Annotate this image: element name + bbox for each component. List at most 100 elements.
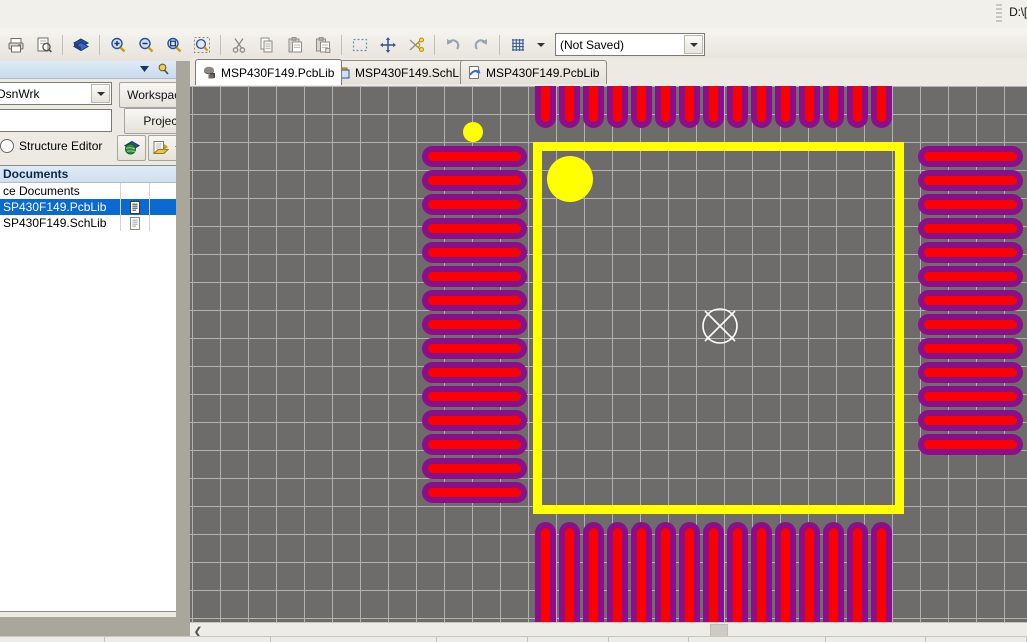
- pad-left-4[interactable]: [422, 218, 527, 239]
- zoom-area-icon[interactable]: [161, 32, 187, 58]
- redo-icon[interactable]: [468, 32, 494, 58]
- structure-editor-row[interactable]: Structure Editor: [0, 139, 102, 153]
- pcb-editor-canvas[interactable]: [190, 86, 1027, 622]
- pad-right-3[interactable]: [918, 194, 1023, 215]
- pad-bottom-10[interactable]: [751, 522, 772, 622]
- pad-left-15[interactable]: [422, 482, 527, 503]
- saved-state-dropdown-arrow-icon[interactable]: [684, 35, 703, 54]
- pad-bottom-15[interactable]: [871, 522, 892, 622]
- pad-bottom-8[interactable]: [703, 522, 724, 622]
- print-preview-icon[interactable]: [31, 32, 57, 58]
- cross-probe-icon[interactable]: [403, 32, 429, 58]
- documents-list: Documents ce Documents SP430F149.PcbLib: [0, 165, 177, 612]
- pad-bottom-1[interactable]: [535, 522, 556, 622]
- pad-bottom-3[interactable]: [583, 522, 604, 622]
- tab-schlib[interactable]: MSP430F149.SchLib: [329, 60, 477, 84]
- pad-top-3[interactable]: [583, 86, 604, 128]
- pad-top-14[interactable]: [847, 86, 868, 128]
- tab-pcblib-active[interactable]: MSP430F149.PcbLib: [195, 59, 343, 85]
- grid-icon[interactable]: [505, 32, 531, 58]
- pad-left-14[interactable]: [422, 458, 527, 479]
- pad-right-1[interactable]: [918, 146, 1023, 167]
- list-item[interactable]: ce Documents: [0, 183, 176, 199]
- pad-top-15[interactable]: [871, 86, 892, 128]
- pad-bottom-7[interactable]: [679, 522, 700, 622]
- pad-left-8[interactable]: [422, 314, 527, 335]
- zoom-in-icon[interactable]: [105, 32, 131, 58]
- panel-splitter[interactable]: [176, 61, 190, 617]
- pad-right-5[interactable]: [918, 242, 1023, 263]
- tab-pcblib-secondary[interactable]: MSP430F149.PcbLib: [460, 60, 608, 84]
- pad-left-13[interactable]: [422, 434, 527, 455]
- pad-top-7[interactable]: [679, 86, 700, 128]
- pad-bottom-14[interactable]: [847, 522, 868, 622]
- pad-right-13[interactable]: [918, 434, 1023, 455]
- print-icon[interactable]: [3, 32, 29, 58]
- pad-top-10[interactable]: [751, 86, 772, 128]
- pad-right-4[interactable]: [918, 218, 1023, 239]
- zoom-out-icon[interactable]: [133, 32, 159, 58]
- layers-icon[interactable]: [68, 32, 94, 58]
- pad-bottom-13[interactable]: [823, 522, 844, 622]
- pad-left-7[interactable]: [422, 290, 527, 311]
- globe-layers-icon[interactable]: [117, 135, 146, 161]
- copy-icon[interactable]: [254, 32, 280, 58]
- pad-left-11[interactable]: [422, 386, 527, 407]
- pad-top-13[interactable]: [823, 86, 844, 128]
- pad-left-12[interactable]: [422, 410, 527, 431]
- pad-top-12[interactable]: [799, 86, 820, 128]
- snap-grid-control[interactable]: [504, 32, 549, 58]
- pad-top-6[interactable]: [655, 86, 676, 128]
- project-input[interactable]: [0, 109, 112, 132]
- chevron-down-icon[interactable]: [138, 62, 151, 75]
- pin-icon[interactable]: [156, 62, 169, 75]
- pad-left-1[interactable]: [422, 146, 527, 167]
- zoom-selected-icon[interactable]: [189, 32, 215, 58]
- pad-bottom-6[interactable]: [655, 522, 676, 622]
- saved-state-combo[interactable]: (Not Saved): [555, 33, 705, 56]
- structure-editor-radio[interactable]: [0, 139, 14, 153]
- pad-left-6[interactable]: [422, 266, 527, 287]
- pad-left-9[interactable]: [422, 338, 527, 359]
- pad-right-10[interactable]: [918, 362, 1023, 383]
- list-item[interactable]: SP430F149.PcbLib: [0, 199, 176, 215]
- pad-right-12[interactable]: [918, 410, 1023, 431]
- open-document-icon[interactable]: [148, 135, 172, 161]
- paste-icon[interactable]: [282, 32, 308, 58]
- pin1-marker-dot[interactable]: [547, 156, 593, 202]
- pad-bottom-5[interactable]: [631, 522, 652, 622]
- pad-left-10[interactable]: [422, 362, 527, 383]
- pad-bottom-12[interactable]: [799, 522, 820, 622]
- pad-top-11[interactable]: [775, 86, 796, 128]
- pad-top-4[interactable]: [607, 86, 628, 128]
- pad-top-5[interactable]: [631, 86, 652, 128]
- pad-bottom-2[interactable]: [559, 522, 580, 622]
- paste-special-icon[interactable]: [310, 32, 336, 58]
- pad-right-6[interactable]: [918, 266, 1023, 287]
- pad-right-2[interactable]: [918, 170, 1023, 191]
- list-item[interactable]: SP430F149.SchLib: [0, 215, 176, 231]
- workspace-dropdown-arrow-icon[interactable]: [91, 84, 110, 103]
- pad-bottom-11[interactable]: [775, 522, 796, 622]
- pad-top-1[interactable]: [535, 86, 556, 128]
- toolbar-drag-handle[interactable]: [996, 4, 1002, 24]
- move-icon[interactable]: [375, 32, 401, 58]
- pad-top-2[interactable]: [559, 86, 580, 128]
- pad-left-5[interactable]: [422, 242, 527, 263]
- pad-right-8[interactable]: [918, 314, 1023, 335]
- pad-right-7[interactable]: [918, 290, 1023, 311]
- select-area-icon[interactable]: [347, 32, 373, 58]
- pad-left-2[interactable]: [422, 170, 527, 191]
- pad-right-9[interactable]: [918, 338, 1023, 359]
- pad-left-3[interactable]: [422, 194, 527, 215]
- cut-icon[interactable]: [226, 32, 252, 58]
- designator-dot[interactable]: [463, 122, 483, 142]
- pad-bottom-4[interactable]: [607, 522, 628, 622]
- pad-right-11[interactable]: [918, 386, 1023, 407]
- pad-top-9[interactable]: [727, 86, 748, 128]
- pad-bottom-9[interactable]: [727, 522, 748, 622]
- workspace-combo[interactable]: DsnWrk: [0, 82, 112, 105]
- grid-dropdown-arrow-icon[interactable]: [533, 32, 548, 58]
- pad-top-8[interactable]: [703, 86, 724, 128]
- undo-icon[interactable]: [440, 32, 466, 58]
